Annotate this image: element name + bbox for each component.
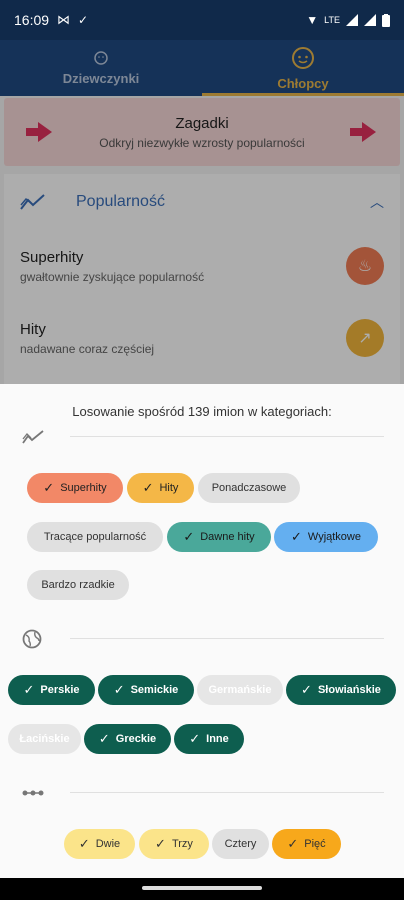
chip-bardzo-rzadkie[interactable]: Bardzo rzadkie [27, 570, 129, 600]
chip-label: Inne [206, 733, 229, 745]
chip-superhity[interactable]: ✓ Superhity [27, 473, 123, 503]
chip-trzy[interactable]: ✓ Trzy [139, 829, 209, 859]
chip-label: Trzy [171, 838, 193, 850]
gmail-icon: ⋈ [57, 12, 71, 27]
chip-inne[interactable]: ✓ Inne [174, 724, 244, 754]
chip-label: Dawne hity [200, 531, 255, 543]
chip-label: Hity [159, 482, 179, 494]
chip-label: Ponadczasowe [211, 482, 287, 494]
chip-dwie[interactable]: ✓ Dwie [64, 829, 135, 859]
chip-label: Wyjątkowe [307, 531, 361, 543]
divider [70, 436, 384, 437]
chip-lacinskie[interactable]: Łacińskie [8, 724, 81, 754]
chip-label: Semickie [130, 684, 179, 696]
chip-label: Dwie [95, 838, 121, 850]
check-icon: ✓ [183, 529, 195, 544]
chip-greckie[interactable]: ✓ Greckie [84, 724, 171, 754]
chip-tracace-popularnosc[interactable]: Tracące popularność [27, 522, 163, 552]
check-icon: ✓ [189, 731, 201, 746]
chip-germanskie[interactable]: Germańskie [197, 675, 283, 705]
chip-label: Tracące popularność [43, 531, 147, 543]
status-time: 16:09 [14, 12, 50, 28]
check-icon: ✓ [98, 731, 110, 746]
check-icon: ✓ [142, 480, 154, 495]
chip-ponadczasowe[interactable]: Ponadczasowe [198, 473, 300, 503]
chip-hity[interactable]: ✓ Hity [127, 473, 194, 503]
check-notification-icon: ✓ [78, 13, 89, 27]
chip-dawne-hity[interactable]: ✓ Dawne hity [167, 522, 271, 552]
signal-icon-2 [364, 14, 376, 26]
chip-label: Greckie [115, 733, 157, 745]
system-nav-bar [0, 878, 404, 900]
check-icon: ✓ [287, 836, 299, 851]
check-icon: ✓ [23, 682, 35, 697]
syllables-icon [22, 790, 44, 796]
chip-label: Pięć [304, 838, 326, 850]
battery-icon [382, 13, 390, 27]
signal-icon [346, 14, 358, 26]
chip-label: Słowiańskie [317, 684, 381, 696]
filter-bottom-sheet: Losowanie spośród 139 imion w kategoriac… [0, 384, 404, 878]
modal-scrim[interactable] [0, 40, 404, 384]
check-icon: ✓ [113, 682, 125, 697]
chip-wyjatkowe[interactable]: ✓ Wyjątkowe [274, 522, 378, 552]
chip-label: Superhity [60, 482, 107, 494]
divider [70, 792, 384, 793]
chip-cztery[interactable]: Cztery [212, 829, 269, 859]
chip-label: Cztery [224, 838, 257, 850]
chip-semickie[interactable]: ✓ Semickie [98, 675, 194, 705]
chip-label: Perskie [40, 684, 80, 696]
chip-label: Bardzo rzadkie [41, 579, 115, 591]
check-icon: ✓ [155, 836, 166, 851]
wifi-icon: ▼ [306, 13, 319, 27]
check-icon: ✓ [291, 529, 302, 544]
network-type: LTE [324, 15, 340, 25]
chip-slowianskie[interactable]: ✓ Słowiańskie [286, 675, 396, 705]
check-icon: ✓ [301, 682, 312, 697]
globe-icon [22, 629, 42, 649]
divider [70, 638, 384, 639]
check-icon: ✓ [78, 836, 90, 851]
chip-label: Germańskie [208, 684, 272, 696]
chip-label: Łacińskie [19, 733, 70, 745]
sheet-title: Losowanie spośród 139 imion w kategoriac… [72, 404, 332, 419]
home-gesture-pill[interactable] [142, 886, 262, 890]
chip-perskie[interactable]: ✓ Perskie [8, 675, 95, 705]
status-bar: 16:09 ⋈ ✓ ▼ LTE [0, 0, 404, 40]
chip-piec[interactable]: ✓ Pięć [272, 829, 341, 859]
trend-icon [22, 430, 44, 444]
check-icon: ✓ [43, 480, 55, 495]
